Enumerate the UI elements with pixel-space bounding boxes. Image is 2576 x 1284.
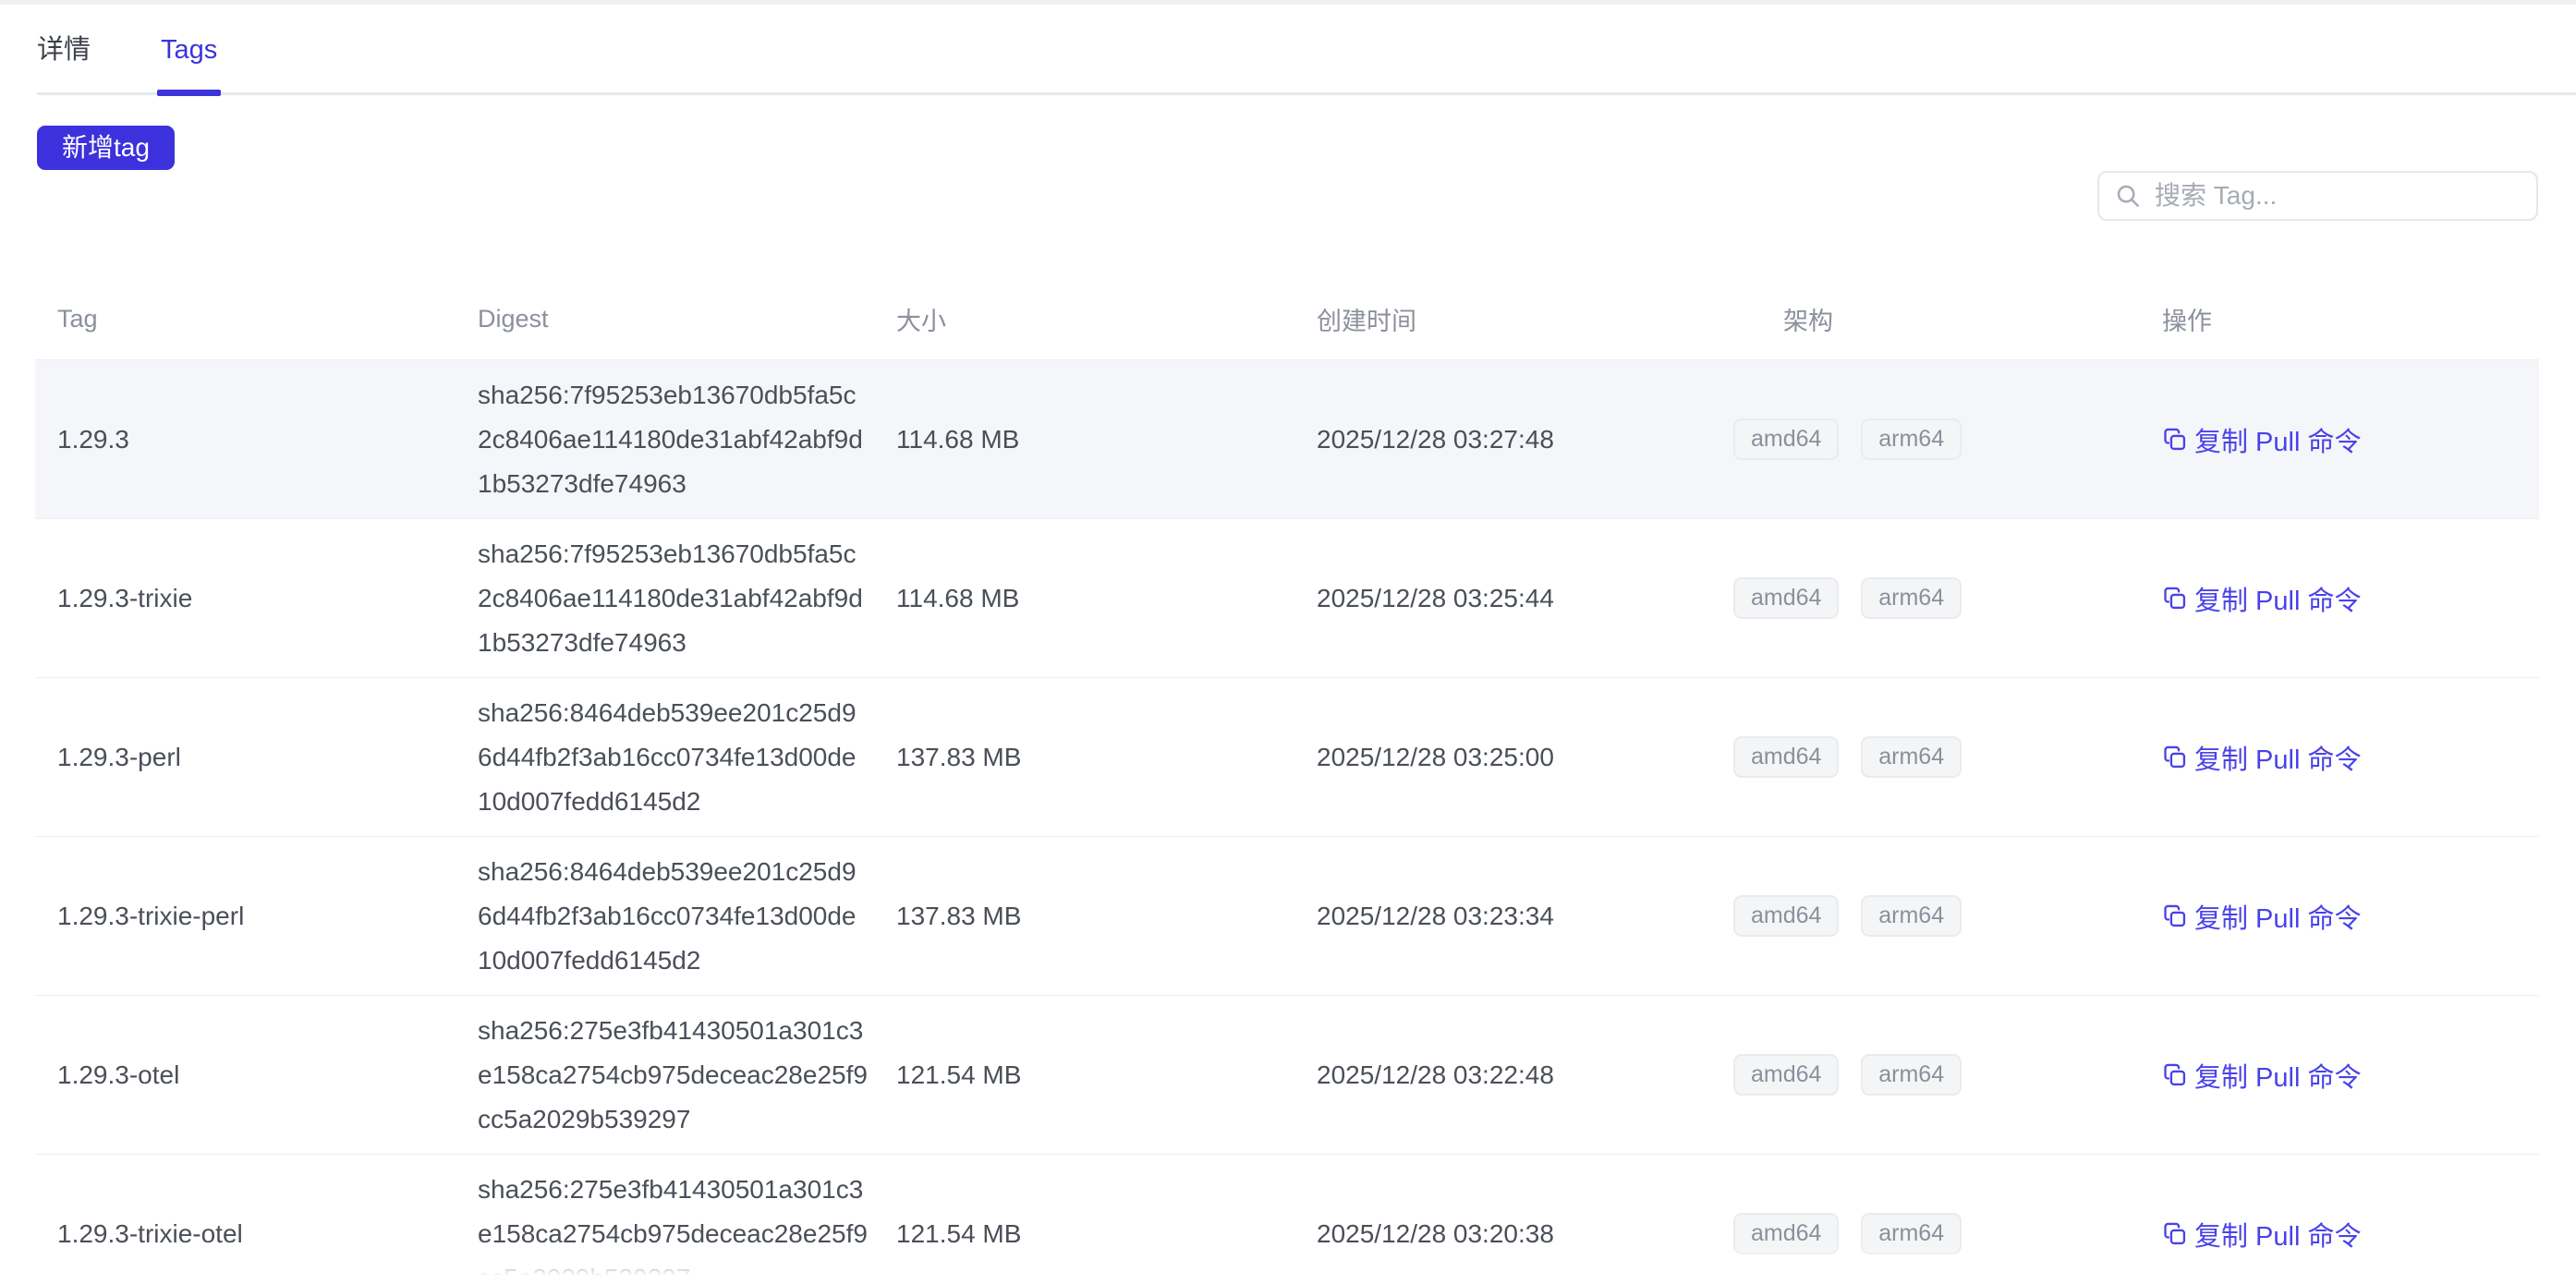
arch-badge-amd64: amd64 <box>1733 418 1839 460</box>
tag-name: 1.29.3-trixie <box>35 584 456 613</box>
tag-name: 1.29.3-trixie-perl <box>35 902 456 931</box>
add-tag-button[interactable]: 新增tag <box>37 126 175 170</box>
copy-pull-command-label: 复制 Pull 命令 <box>2194 420 2361 459</box>
copy-pull-command-button[interactable]: 复制 Pull 命令 <box>2162 1215 2361 1254</box>
arch-badge-amd64: amd64 <box>1733 895 1839 937</box>
tab-details[interactable]: 详情 <box>37 37 91 92</box>
arch-badge-amd64: amd64 <box>1733 577 1839 619</box>
table-row: 1.29.3-trixie sha256:7f95253eb13670db5fa… <box>35 519 2539 678</box>
copy-pull-command-button[interactable]: 复制 Pull 命令 <box>2162 579 2361 618</box>
arch-badge-arm64: arm64 <box>1861 1054 1962 1096</box>
created-time-value: 2025/12/28 03:22:48 <box>1294 1060 1711 1090</box>
tag-search-box[interactable] <box>2097 171 2538 221</box>
copy-pull-command-label: 复制 Pull 命令 <box>2194 738 2361 777</box>
size-value: 114.68 MB <box>874 425 1294 454</box>
size-value: 121.54 MB <box>874 1060 1294 1090</box>
copy-pull-command-label: 复制 Pull 命令 <box>2194 897 2361 936</box>
tab-bar: 详情 Tags <box>37 0 2576 95</box>
arch-badge-arm64: arm64 <box>1861 577 1962 619</box>
table-row: 1.29.3-perl sha256:8464deb539ee201c25d96… <box>35 678 2539 837</box>
column-header-created: 创建时间 <box>1294 301 1711 337</box>
copy-pull-command-label: 复制 Pull 命令 <box>2194 1215 2361 1254</box>
copy-icon <box>2162 1221 2188 1247</box>
digest-value: sha256:8464deb539ee201c25d96d44fb2f3ab16… <box>456 850 870 983</box>
row-actions: 复制 Pull 命令 <box>2140 1215 2539 1254</box>
arch-badge-amd64: amd64 <box>1733 1213 1839 1254</box>
arch-badges: amd64 arm64 <box>1711 577 2140 619</box>
created-time-value: 2025/12/28 03:27:48 <box>1294 425 1711 454</box>
digest-value: sha256:8464deb539ee201c25d96d44fb2f3ab16… <box>456 691 870 824</box>
arch-badge-amd64: amd64 <box>1733 736 1839 778</box>
table-body: 1.29.3 sha256:7f95253eb13670db5fa5c2c840… <box>35 360 2539 1284</box>
created-time-value: 2025/12/28 03:23:34 <box>1294 902 1711 931</box>
created-time-value: 2025/12/28 03:20:38 <box>1294 1219 1711 1249</box>
copy-pull-command-button[interactable]: 复制 Pull 命令 <box>2162 897 2361 936</box>
arch-badges: amd64 arm64 <box>1711 1213 2140 1254</box>
tab-tags[interactable]: Tags <box>161 37 217 92</box>
arch-badges: amd64 arm64 <box>1711 418 2140 460</box>
digest-value: sha256:275e3fb41430501a301c3e158ca2754cb… <box>456 1168 870 1284</box>
tags-table: Tag Digest 大小 创建时间 架构 操作 1.29.3 sha256:7… <box>35 288 2539 1284</box>
table-row: 1.29.3-trixie-otel sha256:275e3fb4143050… <box>35 1155 2539 1284</box>
column-header-tag: Tag <box>35 305 456 333</box>
size-value: 137.83 MB <box>874 902 1294 931</box>
column-header-size: 大小 <box>874 301 1294 337</box>
copy-icon <box>2162 903 2188 929</box>
size-value: 114.68 MB <box>874 584 1294 613</box>
tag-name: 1.29.3-perl <box>35 743 456 772</box>
copy-pull-command-label: 复制 Pull 命令 <box>2194 1056 2361 1095</box>
created-time-value: 2025/12/28 03:25:44 <box>1294 584 1711 613</box>
arch-badges: amd64 arm64 <box>1711 736 2140 778</box>
column-header-digest: Digest <box>456 305 874 333</box>
arch-badge-amd64: amd64 <box>1733 1054 1839 1096</box>
copy-pull-command-label: 复制 Pull 命令 <box>2194 579 2361 618</box>
arch-badge-arm64: arm64 <box>1861 736 1962 778</box>
column-header-actions: 操作 <box>2140 301 2539 337</box>
copy-pull-command-button[interactable]: 复制 Pull 命令 <box>2162 420 2361 459</box>
table-row: 1.29.3-trixie-perl sha256:8464deb539ee20… <box>35 837 2539 996</box>
digest-value: sha256:275e3fb41430501a301c3e158ca2754cb… <box>456 1009 870 1142</box>
arch-badges: amd64 arm64 <box>1711 895 2140 937</box>
row-actions: 复制 Pull 命令 <box>2140 897 2539 936</box>
row-actions: 复制 Pull 命令 <box>2140 420 2539 459</box>
tag-name: 1.29.3-trixie-otel <box>35 1219 456 1249</box>
arch-badge-arm64: arm64 <box>1861 1213 1962 1254</box>
top-edge-divider <box>0 0 2576 5</box>
copy-icon <box>2162 586 2188 612</box>
tags-page: 详情 Tags 新增tag Tag Digest 大小 创建时间 架构 操作 1… <box>0 0 2576 1284</box>
search-input[interactable] <box>2153 180 2521 212</box>
arch-badge-arm64: arm64 <box>1861 418 1962 460</box>
tag-name: 1.29.3 <box>35 425 456 454</box>
size-value: 121.54 MB <box>874 1219 1294 1249</box>
digest-value: sha256:7f95253eb13670db5fa5c2c8406ae1141… <box>456 373 870 506</box>
copy-icon <box>2162 427 2188 453</box>
table-header-row: Tag Digest 大小 创建时间 架构 操作 <box>35 288 2539 360</box>
table-row: 1.29.3-otel sha256:275e3fb41430501a301c3… <box>35 996 2539 1155</box>
row-actions: 复制 Pull 命令 <box>2140 579 2539 618</box>
copy-icon <box>2162 745 2188 770</box>
arch-badge-arm64: arm64 <box>1861 895 1962 937</box>
tag-name: 1.29.3-otel <box>35 1060 456 1090</box>
copy-icon <box>2162 1062 2188 1088</box>
copy-pull-command-button[interactable]: 复制 Pull 命令 <box>2162 1056 2361 1095</box>
created-time-value: 2025/12/28 03:25:00 <box>1294 743 1711 772</box>
size-value: 137.83 MB <box>874 743 1294 772</box>
copy-pull-command-button[interactable]: 复制 Pull 命令 <box>2162 738 2361 777</box>
digest-value: sha256:7f95253eb13670db5fa5c2c8406ae1141… <box>456 532 870 665</box>
table-row: 1.29.3 sha256:7f95253eb13670db5fa5c2c840… <box>35 360 2539 519</box>
row-actions: 复制 Pull 命令 <box>2140 1056 2539 1095</box>
column-header-arch: 架构 <box>1711 301 2140 337</box>
search-icon <box>2114 182 2142 210</box>
arch-badges: amd64 arm64 <box>1711 1054 2140 1096</box>
row-actions: 复制 Pull 命令 <box>2140 738 2539 777</box>
